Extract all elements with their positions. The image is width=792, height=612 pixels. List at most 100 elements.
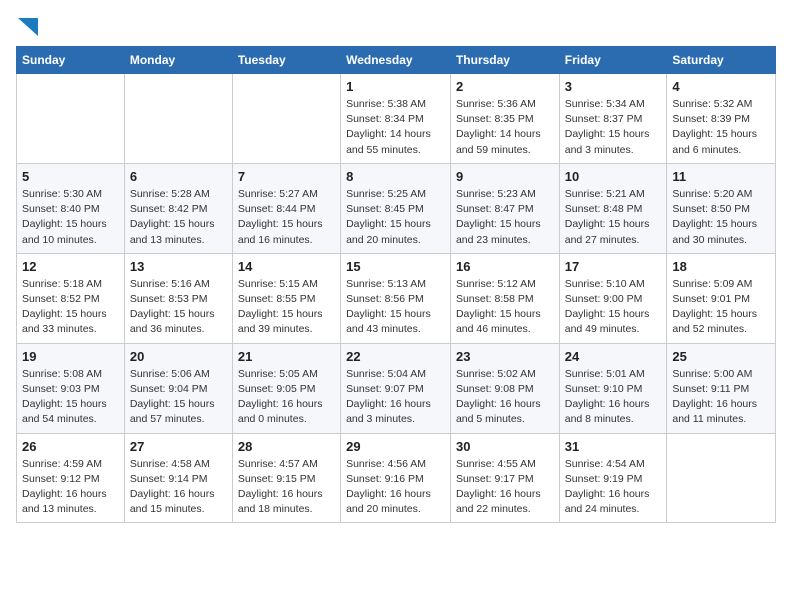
day-number: 9 (456, 169, 554, 184)
calendar-cell: 17 Sunrise: 5:10 AM Sunset: 9:00 PM Dayli… (559, 253, 667, 343)
day-info: Sunrise: 5:30 AM Sunset: 8:40 PM Dayligh… (22, 187, 119, 248)
day-number: 20 (130, 349, 227, 364)
day-number: 19 (22, 349, 119, 364)
day-number: 31 (565, 439, 662, 454)
day-info: Sunrise: 5:36 AM Sunset: 8:35 PM Dayligh… (456, 97, 554, 158)
column-header-friday: Friday (559, 47, 667, 74)
day-info: Sunrise: 5:02 AM Sunset: 9:08 PM Dayligh… (456, 367, 554, 428)
day-number: 26 (22, 439, 119, 454)
day-number: 15 (346, 259, 445, 274)
day-number: 24 (565, 349, 662, 364)
column-header-saturday: Saturday (667, 47, 776, 74)
day-number: 16 (456, 259, 554, 274)
calendar-cell: 2Sunrise: 5:36 AM Sunset: 8:35 PM Daylig… (450, 74, 559, 164)
calendar-cell: 26 Sunrise: 4:59 AM Sunset: 9:12 PM Dayli… (17, 433, 125, 523)
calendar-header-row: SundayMondayTuesdayWednesdayThursdayFrid… (17, 47, 776, 74)
day-info: Sunrise: 5:34 AM Sunset: 8:37 PM Dayligh… (565, 97, 662, 158)
day-info: Sunrise: 5:09 AM Sunset: 9:01 PM Dayligh… (672, 277, 770, 338)
day-info: Sunrise: 4:59 AM Sunset: 9:12 PM Dayligh… (22, 457, 119, 518)
calendar-cell: 15 Sunrise: 5:13 AM Sunset: 8:56 PM Dayli… (341, 253, 451, 343)
column-header-tuesday: Tuesday (232, 47, 340, 74)
day-info: Sunrise: 4:58 AM Sunset: 9:14 PM Dayligh… (130, 457, 227, 518)
day-number: 12 (22, 259, 119, 274)
day-number: 18 (672, 259, 770, 274)
day-number: 1 (346, 79, 445, 94)
day-number: 14 (238, 259, 335, 274)
day-info: Sunrise: 5:05 AM Sunset: 9:05 PM Dayligh… (238, 367, 335, 428)
calendar-cell: 14 Sunrise: 5:15 AM Sunset: 8:55 PM Dayli… (232, 253, 340, 343)
day-info: Sunrise: 5:21 AM Sunset: 8:48 PM Dayligh… (565, 187, 662, 248)
calendar-cell: 25 Sunrise: 5:00 AM Sunset: 9:11 PM Dayli… (667, 343, 776, 433)
calendar-week-row: 26 Sunrise: 4:59 AM Sunset: 9:12 PM Dayli… (17, 433, 776, 523)
day-number: 27 (130, 439, 227, 454)
day-info: Sunrise: 4:55 AM Sunset: 9:17 PM Dayligh… (456, 457, 554, 518)
calendar-cell: 27 Sunrise: 4:58 AM Sunset: 9:14 PM Dayli… (124, 433, 232, 523)
calendar-cell: 16 Sunrise: 5:12 AM Sunset: 8:58 PM Dayli… (450, 253, 559, 343)
day-info: Sunrise: 5:12 AM Sunset: 8:58 PM Dayligh… (456, 277, 554, 338)
day-info: Sunrise: 5:06 AM Sunset: 9:04 PM Dayligh… (130, 367, 227, 428)
calendar-cell: 28Sunrise: 4:57 AM Sunset: 9:15 PM Dayli… (232, 433, 340, 523)
day-number: 29 (346, 439, 445, 454)
day-number: 4 (672, 79, 770, 94)
day-info: Sunrise: 5:20 AM Sunset: 8:50 PM Dayligh… (672, 187, 770, 248)
calendar-cell: 22 Sunrise: 5:04 AM Sunset: 9:07 PM Dayli… (341, 343, 451, 433)
day-number: 3 (565, 79, 662, 94)
day-number: 10 (565, 169, 662, 184)
calendar-cell: 1Sunrise: 5:38 AM Sunset: 8:34 PM Daylig… (341, 74, 451, 164)
calendar-cell (17, 74, 125, 164)
calendar-cell: 7Sunrise: 5:27 AM Sunset: 8:44 PM Daylig… (232, 163, 340, 253)
day-number: 11 (672, 169, 770, 184)
day-number: 6 (130, 169, 227, 184)
calendar-cell (124, 74, 232, 164)
day-number: 21 (238, 349, 335, 364)
column-header-sunday: Sunday (17, 47, 125, 74)
calendar-cell: 18 Sunrise: 5:09 AM Sunset: 9:01 PM Dayli… (667, 253, 776, 343)
day-info: Sunrise: 5:01 AM Sunset: 9:10 PM Dayligh… (565, 367, 662, 428)
day-info: Sunrise: 5:10 AM Sunset: 9:00 PM Dayligh… (565, 277, 662, 338)
calendar-week-row: 12Sunrise: 5:18 AM Sunset: 8:52 PM Dayli… (17, 253, 776, 343)
calendar-cell: 4 Sunrise: 5:32 AM Sunset: 8:39 PM Daylig… (667, 74, 776, 164)
column-header-thursday: Thursday (450, 47, 559, 74)
day-info: Sunrise: 4:57 AM Sunset: 9:15 PM Dayligh… (238, 457, 335, 518)
calendar-week-row: 5Sunrise: 5:30 AM Sunset: 8:40 PM Daylig… (17, 163, 776, 253)
day-info: Sunrise: 5:15 AM Sunset: 8:55 PM Dayligh… (238, 277, 335, 338)
day-number: 17 (565, 259, 662, 274)
calendar-cell: 9 Sunrise: 5:23 AM Sunset: 8:47 PM Daylig… (450, 163, 559, 253)
page-header (16, 16, 776, 36)
column-header-monday: Monday (124, 47, 232, 74)
calendar-cell: 11 Sunrise: 5:20 AM Sunset: 8:50 PM Dayli… (667, 163, 776, 253)
calendar-cell: 12Sunrise: 5:18 AM Sunset: 8:52 PM Dayli… (17, 253, 125, 343)
calendar-cell: 10 Sunrise: 5:21 AM Sunset: 8:48 PM Dayli… (559, 163, 667, 253)
day-info: Sunrise: 5:27 AM Sunset: 8:44 PM Dayligh… (238, 187, 335, 248)
day-number: 23 (456, 349, 554, 364)
calendar-week-row: 19 Sunrise: 5:08 AM Sunset: 9:03 PM Dayli… (17, 343, 776, 433)
day-info: Sunrise: 5:13 AM Sunset: 8:56 PM Dayligh… (346, 277, 445, 338)
calendar-cell: 8Sunrise: 5:25 AM Sunset: 8:45 PM Daylig… (341, 163, 451, 253)
day-number: 30 (456, 439, 554, 454)
calendar-cell (667, 433, 776, 523)
logo-arrow-icon (18, 18, 38, 36)
column-header-wednesday: Wednesday (341, 47, 451, 74)
calendar-cell: 13Sunrise: 5:16 AM Sunset: 8:53 PM Dayli… (124, 253, 232, 343)
day-info: Sunrise: 5:04 AM Sunset: 9:07 PM Dayligh… (346, 367, 445, 428)
logo (16, 16, 38, 36)
calendar-cell: 19 Sunrise: 5:08 AM Sunset: 9:03 PM Dayli… (17, 343, 125, 433)
calendar-cell: 20 Sunrise: 5:06 AM Sunset: 9:04 PM Dayli… (124, 343, 232, 433)
calendar-table: SundayMondayTuesdayWednesdayThursdayFrid… (16, 46, 776, 523)
day-info: Sunrise: 4:54 AM Sunset: 9:19 PM Dayligh… (565, 457, 662, 518)
day-info: Sunrise: 5:00 AM Sunset: 9:11 PM Dayligh… (672, 367, 770, 428)
day-info: Sunrise: 5:23 AM Sunset: 8:47 PM Dayligh… (456, 187, 554, 248)
calendar-cell: 21 Sunrise: 5:05 AM Sunset: 9:05 PM Dayli… (232, 343, 340, 433)
day-info: Sunrise: 5:32 AM Sunset: 8:39 PM Dayligh… (672, 97, 770, 158)
calendar-week-row: 1Sunrise: 5:38 AM Sunset: 8:34 PM Daylig… (17, 74, 776, 164)
day-info: Sunrise: 5:08 AM Sunset: 9:03 PM Dayligh… (22, 367, 119, 428)
day-info: Sunrise: 4:56 AM Sunset: 9:16 PM Dayligh… (346, 457, 445, 518)
calendar-cell (232, 74, 340, 164)
calendar-cell: 31 Sunrise: 4:54 AM Sunset: 9:19 PM Dayli… (559, 433, 667, 523)
day-number: 25 (672, 349, 770, 364)
day-info: Sunrise: 5:25 AM Sunset: 8:45 PM Dayligh… (346, 187, 445, 248)
day-info: Sunrise: 5:28 AM Sunset: 8:42 PM Dayligh… (130, 187, 227, 248)
day-info: Sunrise: 5:16 AM Sunset: 8:53 PM Dayligh… (130, 277, 227, 338)
day-number: 22 (346, 349, 445, 364)
calendar-cell: 29 Sunrise: 4:56 AM Sunset: 9:16 PM Dayli… (341, 433, 451, 523)
